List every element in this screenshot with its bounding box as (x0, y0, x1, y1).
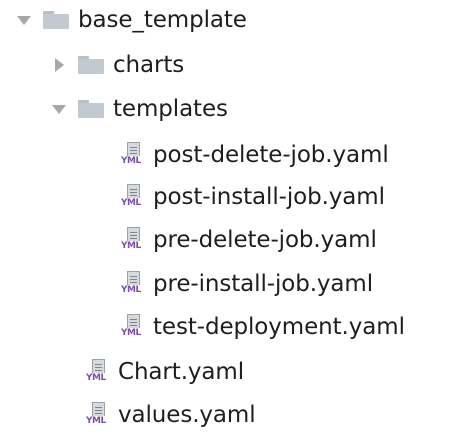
yaml-file-icon: YML (86, 402, 112, 428)
tree-node-templates[interactable]: templates (52, 90, 228, 128)
tree-file-post-delete-job[interactable]: YML post-delete-job.yaml (121, 136, 389, 174)
tree-file-label: pre-delete-job.yaml (153, 227, 377, 253)
tree-file-label: pre-install-job.yaml (153, 271, 374, 297)
yaml-file-icon: YML (121, 227, 147, 253)
tree-file-label: Chart.yaml (118, 359, 245, 385)
tree-file-label: values.yaml (118, 402, 256, 428)
tree-file-pre-delete-job[interactable]: YML pre-delete-job.yaml (121, 221, 377, 259)
tree-node-base-template[interactable]: base_template (17, 1, 247, 39)
collapse-arrow-right-icon[interactable] (55, 58, 64, 72)
tree-node-label: charts (113, 52, 185, 78)
tree-file-chart-yaml[interactable]: YML Chart.yaml (86, 353, 244, 391)
yaml-file-icon: YML (121, 271, 147, 297)
tree-node-label: templates (113, 96, 228, 122)
tree-node-label: base_template (78, 7, 247, 33)
tree-file-label: post-install-job.yaml (153, 184, 385, 210)
project-file-tree: base_template charts templates YML post-… (0, 0, 461, 434)
yaml-file-icon: YML (121, 314, 147, 340)
tree-file-label: post-delete-job.yaml (153, 142, 389, 168)
tree-file-values-yaml[interactable]: YML values.yaml (86, 396, 256, 434)
yaml-file-icon: YML (121, 142, 147, 168)
folder-icon (78, 100, 104, 118)
folder-icon (43, 11, 69, 29)
folder-icon (78, 56, 104, 74)
tree-file-label: test-deployment.yaml (153, 314, 405, 340)
tree-node-charts[interactable]: charts (52, 46, 184, 84)
yaml-file-icon: YML (86, 359, 112, 385)
yaml-file-icon: YML (121, 184, 147, 210)
expand-arrow-down-icon[interactable] (52, 104, 66, 114)
expand-arrow-down-icon[interactable] (17, 15, 31, 25)
tree-file-pre-install-job[interactable]: YML pre-install-job.yaml (121, 265, 373, 303)
tree-file-post-install-job[interactable]: YML post-install-job.yaml (121, 178, 385, 216)
tree-file-test-deployment[interactable]: YML test-deployment.yaml (121, 308, 405, 346)
